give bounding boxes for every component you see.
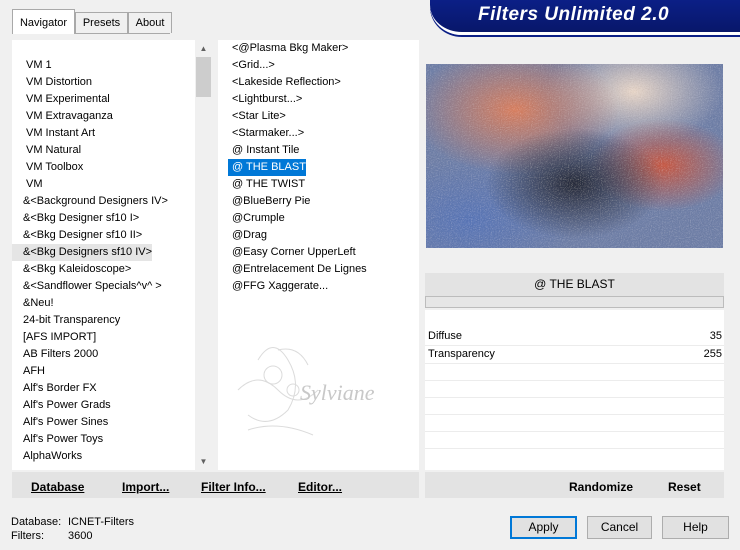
filter-item[interactable]: @Easy Corner UpperLeft [228,244,356,261]
param-value: 35 [709,330,722,342]
category-item[interactable]: &Neu! [12,295,54,312]
param-label: Diffuse [428,330,463,342]
param-diffuse[interactable]: Diffuse 35 [425,328,724,345]
param-value: 255 [703,348,722,360]
watermark-logo: Sylviane [237,347,375,436]
category-item[interactable]: [AFS IMPORT] [12,329,96,346]
filter-item[interactable]: @Crumple [228,210,285,227]
randomize-button[interactable]: Randomize [569,480,633,494]
database-value: ICNET-Filters [68,516,134,528]
category-item[interactable]: 24-bit Transparency [12,312,120,329]
scrollbar-thumb[interactable] [196,57,211,97]
tab-presets[interactable]: Presets [75,12,128,33]
scroll-up-icon[interactable]: ▲ [195,40,212,57]
filter-item[interactable]: @Entrelacement De Lignes [228,261,367,278]
category-item[interactable]: &<Bkg Designer sf10 II> [12,227,142,244]
category-item[interactable]: VM Toolbox [12,159,83,176]
category-item[interactable]: &<Bkg Kaleidoscope> [12,261,131,278]
category-list[interactable]: VM 1 VM Distortion VM Experimental VM Extra… [12,40,212,470]
tab-navigator[interactable]: Navigator [12,9,75,34]
category-item[interactable]: AB Filters 2000 [12,346,98,363]
database-label: Database: [11,516,62,528]
import-button[interactable]: Import... [122,480,169,494]
filter-item[interactable]: @BlueBerry Pie [228,193,310,210]
filter-item[interactable]: <Star Lite> [228,108,286,125]
scroll-down-icon[interactable]: ▼ [195,453,212,470]
current-filter-name: @ THE BLAST [425,273,724,296]
apply-button[interactable]: Apply [510,516,577,539]
category-item[interactable]: &<Bkg Designers sf10 IV> [12,244,153,261]
database-button[interactable]: Database [31,480,84,494]
category-item[interactable]: VM Experimental [12,91,110,108]
category-item[interactable]: VM [12,176,43,193]
title-banner: Filters Unlimited 2.0 [430,0,740,35]
category-item[interactable]: AlphaWorks [12,448,82,465]
category-item[interactable]: &<Sandflower Specials^v^ > [12,278,162,295]
category-item[interactable]: VM Natural [12,142,81,159]
category-scrollbar[interactable]: ▲ ▼ [195,40,212,470]
category-item[interactable]: Alf's Power Sines [12,414,108,431]
preview-image [426,64,723,248]
filter-item[interactable]: <Lakeside Reflection> [228,74,341,91]
category-item[interactable]: Alf's Power Grads [12,397,111,414]
filter-item[interactable]: @Drag [228,227,267,244]
reset-button[interactable]: Reset [668,480,701,494]
filter-item[interactable]: <Starmaker...> [228,125,304,142]
filter-progress-bar [425,296,724,308]
param-label: Transparency [428,348,495,360]
filter-list[interactable]: <@Plasma Bkg Maker> <Grid...> <Lakeside Re… [218,40,419,470]
filters-count: 3600 [68,530,93,542]
filter-item[interactable]: <Grid...> [228,57,275,74]
watermark-text: Sylviane [300,380,375,405]
filter-info-button[interactable]: Filter Info... [201,480,266,494]
filter-item[interactable]: @ THE TWIST [228,176,305,193]
category-item[interactable]: &<Bkg Designer sf10 I> [12,210,139,227]
filter-item[interactable]: @FFG Xaggerate... [228,278,328,295]
filter-item[interactable]: <Lightburst...> [228,91,302,108]
cancel-button[interactable]: Cancel [587,516,652,539]
filter-item[interactable]: @ Instant Tile [228,142,299,159]
banner-title: Filters Unlimited 2.0 [478,4,670,25]
category-item[interactable]: Alf's Power Toys [12,431,103,448]
category-item[interactable]: Alf's Border FX [12,380,97,397]
category-item[interactable]: &<Background Designers IV> [12,193,168,210]
param-transparency[interactable]: Transparency 255 [425,346,724,363]
tab-about[interactable]: About [128,12,172,33]
help-button[interactable]: Help [662,516,729,539]
category-item[interactable]: VM 1 [12,57,52,74]
category-item[interactable]: VM Distortion [12,74,92,91]
filter-item[interactable]: <@Plasma Bkg Maker> [228,40,348,57]
filters-label: Filters: [11,530,44,542]
category-item[interactable]: VM Instant Art [12,125,95,142]
filter-item[interactable]: @ THE BLAST [228,159,306,176]
editor-button[interactable]: Editor... [298,480,342,494]
category-item[interactable]: AFH [12,363,45,380]
category-item[interactable]: VM Extravaganza [12,108,113,125]
